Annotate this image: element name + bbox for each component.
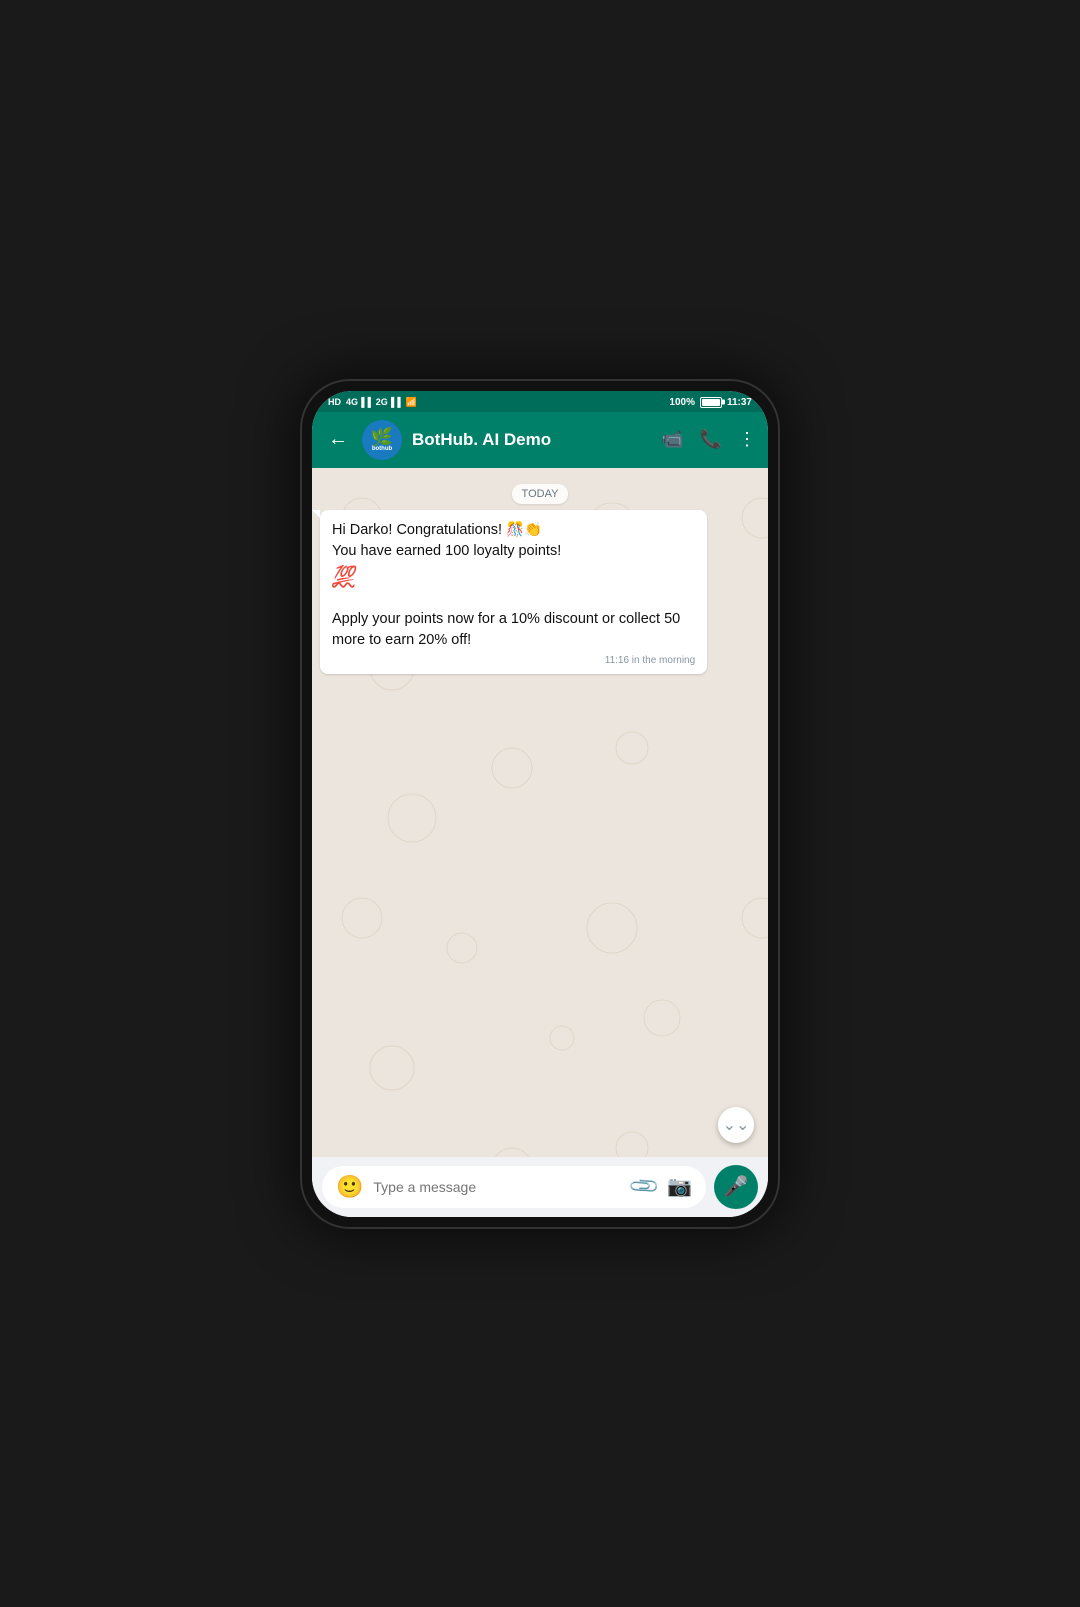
date-badge: TODAY	[512, 484, 569, 504]
message-emoji-100: 💯	[332, 565, 354, 585]
chat-title: BotHub. AI Demo	[412, 430, 651, 450]
status-right: 100% 11:37	[669, 397, 752, 408]
message-line2: You have earned 100 loyalty points!	[332, 543, 561, 559]
avatar-logo: 🌿	[371, 428, 393, 446]
message-time: 11:16 in the morning	[332, 655, 695, 666]
signal-4g: 4G▐▐	[346, 397, 371, 407]
chevron-down-icon: ⌄⌄	[723, 1115, 750, 1135]
phone-frame: HD 4G▐▐ 2G▐▐ 📶 100% 11:37 ← 🌿 bothub	[300, 379, 780, 1229]
input-bar: 🙂 📎 📷 🎤	[312, 1157, 768, 1217]
message-line1: Hi Darko! Congratulations! 🎊👏	[332, 522, 542, 538]
back-button[interactable]: ←	[324, 424, 352, 455]
status-bar: HD 4G▐▐ 2G▐▐ 📶 100% 11:37	[312, 391, 768, 412]
wifi-icon: 📶	[406, 397, 417, 408]
avatar-label: bothub	[372, 446, 392, 452]
phone-screen: HD 4G▐▐ 2G▐▐ 📶 100% 11:37 ← 🌿 bothub	[312, 391, 768, 1217]
battery-percent: 100%	[669, 397, 695, 408]
mic-icon: 🎤	[724, 1174, 749, 1199]
status-left: HD 4G▐▐ 2G▐▐ 📶	[328, 397, 417, 408]
scroll-down-button[interactable]: ⌄⌄	[718, 1107, 754, 1143]
hd-indicator: HD	[328, 397, 341, 407]
phone-icon[interactable]: 📞	[700, 429, 722, 450]
attach-icon[interactable]: 📎	[627, 1169, 662, 1204]
message-line3: Apply your points now for a 10% discount…	[332, 611, 680, 648]
battery-icon	[700, 397, 722, 408]
avatar: 🌿 bothub	[362, 420, 402, 460]
input-wrapper: 🙂 📎 📷	[322, 1166, 706, 1208]
emoji-button[interactable]: 🙂	[336, 1174, 363, 1200]
header-icons: 📹 📞 ⋮	[661, 429, 756, 450]
more-options-icon[interactable]: ⋮	[738, 429, 756, 450]
clock: 11:37	[727, 397, 752, 408]
header-bar: ← 🌿 bothub BotHub. AI Demo 📹 📞 ⋮	[312, 412, 768, 468]
chat-area: TODAY Hi Darko! Congratulations! 🎊👏 You …	[312, 468, 768, 1157]
message-bubble: Hi Darko! Congratulations! 🎊👏 You have e…	[320, 510, 707, 674]
signal-2g: 2G▐▐	[376, 397, 401, 407]
message-text: Hi Darko! Congratulations! 🎊👏 You have e…	[332, 520, 695, 651]
video-call-icon[interactable]: 📹	[661, 429, 683, 450]
camera-icon[interactable]: 📷	[667, 1174, 692, 1199]
mic-button[interactable]: 🎤	[714, 1165, 758, 1209]
message-input[interactable]	[373, 1179, 622, 1195]
